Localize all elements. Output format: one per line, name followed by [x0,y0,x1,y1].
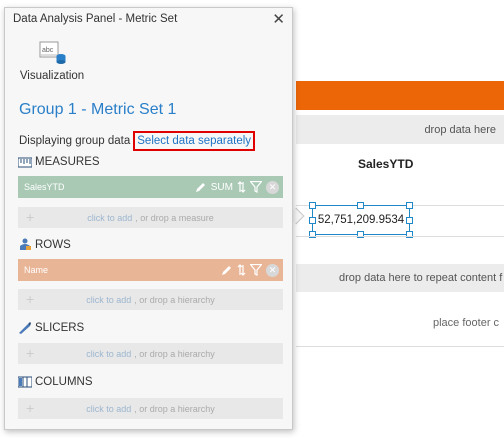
measures-icon [18,157,32,167]
measures-click-to-add-link[interactable]: click to add [87,213,132,223]
slicers-drop-zone[interactable]: + click to add, or drop a hierarchy [18,343,283,364]
visualization-button[interactable]: abc Visualization [17,40,87,82]
measures-drop-hint: , or drop a measure [135,212,214,223]
row-field-label: Name [24,265,49,275]
rows-icon [20,238,31,250]
slicers-click-to-add-link[interactable]: click to add [86,349,131,359]
visualization-label: Visualization [19,70,85,82]
panel-title: Data Analysis Panel - Metric Set [13,13,178,25]
report-header-area [296,144,504,206]
edit-pencil-icon[interactable] [221,264,233,276]
measures-drop-zone[interactable]: + click to add, or drop a measure [18,207,283,228]
columns-click-to-add-link[interactable]: click to add [86,404,131,414]
measure-field-label: SalesYTD [24,182,65,192]
measures-header-label: MEASURES [35,156,100,168]
add-slicer-plus-icon[interactable]: + [26,345,34,361]
columns-section-header: COLUMNS [18,376,93,388]
columns-drop-zone[interactable]: + click to add, or drop a hierarchy [18,398,283,419]
displaying-label: Displaying group data [19,135,131,147]
resize-handle-tl[interactable] [309,202,316,209]
report-footer-divider [296,346,504,347]
metric-cell-value: 52,751,209.9534 [317,214,405,226]
rows-section-header: ROWS [18,238,71,251]
report-title-band [296,81,504,110]
slicers-section-header: SLICERS [18,321,84,334]
sort-icon[interactable] [237,181,246,193]
panel-title-bar[interactable]: Data Analysis Panel - Metric Set [5,8,292,30]
report-column-header: SalesYTD [358,157,414,171]
columns-drop-hint: , or drop a hierarchy [134,403,215,414]
remove-row-icon[interactable]: ✕ [266,263,279,277]
report-divider [296,236,504,237]
group-title: Group 1 - Metric Set 1 [19,101,177,118]
rows-header-label: ROWS [35,238,71,251]
slicers-icon [19,322,31,334]
select-data-separately-link[interactable]: Select data separately [133,131,256,151]
row-field-name[interactable]: Name ✕ [18,259,283,281]
add-row-plus-icon[interactable]: + [26,291,34,307]
data-analysis-panel: Data Analysis Panel - Metric Set ✕ abc V… [4,7,293,430]
columns-header-label: COLUMNS [35,376,93,388]
sort-icon[interactable] [237,264,246,276]
rows-click-to-add-link[interactable]: click to add [86,295,131,305]
close-icon[interactable]: ✕ [272,10,285,28]
resize-handle-l[interactable] [309,217,316,224]
visualization-icon: abc [39,41,66,64]
measures-section-header: MEASURES [18,156,100,168]
rows-drop-hint: , or drop a hierarchy [134,294,215,305]
measure-field-salesytd[interactable]: SalesYTD SUM ✕ [18,176,283,198]
slicers-drop-hint: , or drop a hierarchy [134,348,215,359]
report-drop-zone-top[interactable]: drop data here [296,115,504,144]
slicers-header-label: SLICERS [35,321,85,334]
resize-handle-r[interactable] [406,217,413,224]
report-repeat-drop-zone[interactable]: drop data here to repeat content f [296,264,504,292]
add-column-plus-icon[interactable]: + [26,400,34,416]
filter-icon[interactable] [250,264,262,276]
svg-text:abc: abc [42,47,54,54]
resize-handle-tr[interactable] [406,202,413,209]
report-footer-placeholder[interactable]: place footer c [433,317,499,329]
add-measure-plus-icon[interactable]: + [26,209,34,225]
filter-icon[interactable] [250,181,262,193]
resize-handle-t[interactable] [357,202,364,209]
edit-pencil-icon[interactable] [195,181,207,193]
remove-measure-icon[interactable]: ✕ [266,180,279,194]
aggregate-label[interactable]: SUM [211,182,233,193]
columns-icon [18,376,32,388]
display-mode-row: Displaying group data Select data separa… [19,131,256,151]
rows-drop-zone[interactable]: + click to add, or drop a hierarchy [18,289,283,310]
